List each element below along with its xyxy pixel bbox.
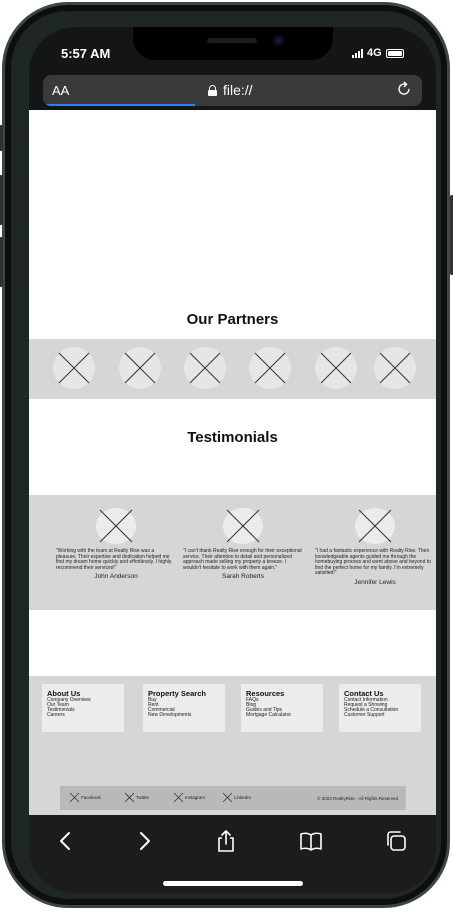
twitter-icon [124, 792, 135, 803]
footer-column-property-search: Property Search Buy Rent Commercial New … [143, 684, 225, 732]
status-time: 5:57 AM [61, 46, 111, 61]
lock-icon [208, 84, 217, 96]
testimonial-author: Sarah Roberts [222, 573, 264, 581]
partner-logo-6 [374, 347, 416, 389]
testimonial-card: "I had a fantastic experience with Realt… [315, 495, 435, 586]
placeholder-x-icon [374, 347, 416, 389]
back-icon[interactable] [54, 829, 78, 853]
social-label: Facebook [81, 795, 101, 800]
page-load-progress [43, 104, 195, 106]
notch [133, 27, 333, 60]
browser-toolbar [29, 815, 436, 893]
bookmarks-icon[interactable] [299, 829, 323, 853]
address-bar[interactable]: AA file:// [43, 75, 422, 106]
home-indicator[interactable] [163, 881, 303, 886]
placeholder-x-icon [249, 347, 291, 389]
footer-column-about: About Us Company Overview Our Team Testi… [42, 684, 124, 732]
silent-switch [0, 125, 3, 151]
web-page: Our Partners Testimonials "Working with … [29, 110, 436, 815]
signal-icon [352, 48, 363, 58]
placeholder-x-icon [53, 347, 95, 389]
status-indicators: 4G [352, 47, 404, 59]
front-camera [273, 35, 284, 46]
partner-logo-3 [184, 347, 226, 389]
social-bar: Facebook Twitter Instagram LinkedIn © 20… [60, 786, 406, 810]
placeholder-x-icon [315, 347, 357, 389]
testimonial-card: "I can't thank Realty Rise enough for th… [183, 495, 303, 580]
footer-link[interactable]: Careers [47, 713, 119, 718]
site-footer: About Us Company Overview Our Team Testi… [29, 676, 436, 815]
partners-band [29, 339, 436, 399]
social-link-facebook[interactable]: Facebook [69, 792, 101, 803]
partner-logo-2 [119, 347, 161, 389]
social-link-linkedin[interactable]: LinkedIn [222, 792, 251, 803]
copyright-text: © 2023 RealtyRise - All Rights Reserved [317, 796, 398, 801]
testimonial-author: Jennifer Lewis [354, 578, 396, 586]
social-label: LinkedIn [234, 795, 252, 800]
share-icon[interactable] [214, 829, 238, 853]
volume-up-button [0, 175, 3, 225]
partner-logo-4 [249, 347, 291, 389]
battery-icon [385, 48, 404, 58]
partner-logo-5 [315, 347, 357, 389]
partner-logo-1 [53, 347, 95, 389]
avatar [355, 508, 395, 544]
social-label: Instagram [185, 795, 206, 800]
testimonials-title: Testimonials [187, 429, 278, 446]
facebook-icon [69, 792, 80, 803]
speaker-grille [207, 38, 257, 43]
placeholder-x-icon [184, 347, 226, 389]
placeholder-x-icon [223, 508, 263, 544]
footer-column-title: Property Search [148, 689, 206, 698]
testimonial-author: John Anderson [94, 573, 138, 581]
volume-down-button [0, 237, 3, 287]
url-text: file:// [223, 82, 253, 98]
testimonial-quote: "Working with the team at Realty Rise wa… [56, 548, 172, 571]
social-link-instagram[interactable]: Instagram [173, 792, 205, 803]
reload-icon[interactable] [396, 81, 412, 97]
instagram-icon [173, 792, 184, 803]
tabs-icon[interactable] [384, 829, 408, 853]
placeholder-x-icon [355, 508, 395, 544]
placeholder-x-icon [96, 508, 136, 544]
testimonials-band: "Working with the team at Realty Rise wa… [29, 495, 436, 610]
footer-link[interactable]: New Developments [148, 713, 220, 718]
page-settings-button[interactable]: AA [52, 83, 69, 98]
footer-link[interactable]: Mortgage Calculator [246, 713, 318, 718]
network-label: 4G [367, 47, 382, 59]
footer-column-contact: Contact Us Contact Information Request a… [339, 684, 421, 732]
avatar [96, 508, 136, 544]
social-label: Twitter [136, 795, 150, 800]
forward-icon[interactable] [132, 829, 156, 853]
testimonial-quote: "I had a fantastic experience with Realt… [315, 548, 431, 577]
linkedin-icon [222, 792, 233, 803]
avatar [223, 508, 263, 544]
url-display[interactable]: file:// [208, 82, 253, 98]
partners-title: Our Partners [186, 311, 279, 328]
placeholder-x-icon [119, 347, 161, 389]
footer-column-resources: Resources FAQs Blog Guides and Tips Mort… [241, 684, 323, 732]
testimonial-card: "Working with the team at Realty Rise wa… [56, 495, 176, 580]
phone-frame: 5:57 AM 4G AA file:// Our Partners Testi… [0, 2, 453, 908]
testimonial-quote: "I can't thank Realty Rise enough for th… [183, 548, 302, 571]
footer-link[interactable]: Customer Support [344, 713, 416, 718]
social-link-twitter[interactable]: Twitter [124, 792, 149, 803]
screen: 5:57 AM 4G AA file:// Our Partners Testi… [29, 27, 436, 893]
